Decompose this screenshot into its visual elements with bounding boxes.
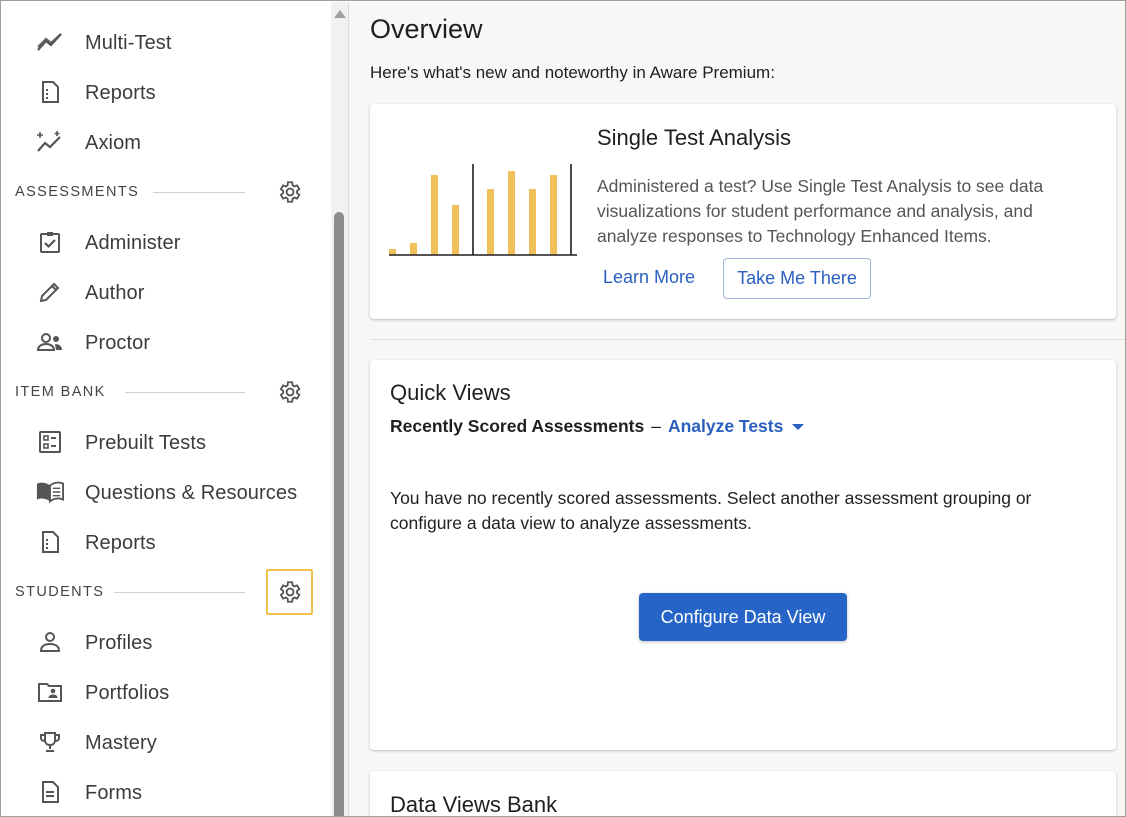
report-icon bbox=[36, 530, 64, 554]
sidebar-item-author[interactable]: Author bbox=[2, 267, 331, 317]
illustration-bar bbox=[529, 189, 536, 255]
quick-views-grouping: Recently Scored Assessments – Analyze Te… bbox=[390, 416, 805, 437]
illustration-bar bbox=[431, 175, 438, 255]
section-title: ASSESSMENTS bbox=[15, 184, 140, 200]
scroll-thumb[interactable] bbox=[334, 212, 344, 816]
section-divider bbox=[153, 192, 245, 193]
sidebar-item-label: Profiles bbox=[85, 632, 153, 654]
sidebar: Multi-Test Reports Axiom ASSESSMENTS Adm… bbox=[2, 2, 331, 816]
feature-title: Single Test Analysis bbox=[597, 125, 792, 150]
grouping-separator: – bbox=[651, 416, 661, 436]
data-views-bank-title: Data Views Bank bbox=[390, 792, 558, 817]
pencil-icon bbox=[36, 280, 64, 304]
sidebar-item-label: Questions & Resources bbox=[85, 482, 298, 504]
book-icon bbox=[36, 480, 64, 504]
sidebar-scrollbar[interactable] bbox=[331, 2, 348, 816]
sidebar-item-proctor[interactable]: Proctor bbox=[2, 317, 331, 367]
quick-views-card: Quick Views Recently Scored Assessments … bbox=[370, 360, 1116, 750]
feature-card-single-test-analysis: Single Test Analysis Administered a test… bbox=[370, 104, 1116, 319]
grouping-label: Recently Scored Assessments bbox=[390, 416, 645, 436]
document-icon bbox=[36, 780, 64, 804]
sidebar-item-label: Author bbox=[85, 282, 145, 304]
sidebar-item-mastery[interactable]: Mastery bbox=[2, 717, 331, 767]
report-icon bbox=[36, 80, 64, 104]
sidebar-item-label: Prebuilt Tests bbox=[85, 432, 207, 454]
analyze-tests-dropdown[interactable]: Analyze Tests bbox=[667, 416, 805, 437]
multi-test-icon bbox=[36, 30, 64, 54]
sidebar-item-multi-test[interactable]: Multi-Test bbox=[2, 17, 331, 67]
sidebar-item-profiles[interactable]: Profiles bbox=[2, 617, 331, 667]
section-divider bbox=[370, 339, 1125, 340]
scroll-up-arrow-icon[interactable] bbox=[334, 10, 346, 18]
sidebar-item-label: Administer bbox=[85, 232, 181, 254]
gear-icon[interactable] bbox=[276, 179, 302, 205]
dropdown-value: Analyze Tests bbox=[667, 416, 784, 436]
checkbox-icon bbox=[36, 230, 64, 254]
take-me-there-button[interactable]: Take Me There bbox=[723, 258, 871, 299]
sidebar-item-label: Axiom bbox=[85, 132, 142, 154]
illustration-bar bbox=[487, 189, 494, 255]
illustration-bar bbox=[389, 249, 396, 255]
configure-data-view-button[interactable]: Configure Data View bbox=[639, 593, 847, 641]
people-icon bbox=[36, 330, 64, 354]
empty-state-message: You have no recently scored assessments.… bbox=[390, 488, 1032, 533]
section-title: STUDENTS bbox=[15, 584, 105, 600]
gear-icon[interactable] bbox=[276, 579, 302, 605]
illustration-bar bbox=[410, 243, 417, 255]
section-divider bbox=[125, 392, 245, 393]
illustration-bar-chart bbox=[389, 156, 579, 261]
sidebar-item-administer[interactable]: Administer bbox=[2, 217, 331, 267]
gear-icon[interactable] bbox=[276, 379, 302, 405]
illustration-bar bbox=[452, 205, 459, 255]
page-title: Overview bbox=[370, 14, 483, 44]
illustration-bar bbox=[550, 175, 557, 255]
sidebar-item-axiom[interactable]: Axiom bbox=[2, 117, 331, 167]
section-item-bank: ITEM BANK bbox=[2, 372, 331, 412]
sidebar-item-label: Multi-Test bbox=[85, 32, 172, 54]
axiom-icon bbox=[36, 130, 64, 154]
trophy-icon bbox=[36, 730, 64, 754]
folder-person-icon bbox=[36, 680, 64, 704]
sidebar-item-label: Proctor bbox=[85, 332, 151, 354]
data-views-bank-card: Data Views Bank bbox=[370, 771, 1116, 817]
caret-down-icon bbox=[792, 423, 805, 430]
app-window: Multi-Test Reports Axiom ASSESSMENTS Adm… bbox=[0, 0, 1126, 817]
sidebar-item-reports[interactable]: Reports bbox=[2, 67, 331, 117]
section-students: STUDENTS bbox=[2, 569, 331, 615]
main-content: Overview Here's what's new and noteworth… bbox=[349, 2, 1125, 817]
sidebar-item-reports-bank[interactable]: Reports bbox=[2, 517, 331, 567]
sidebar-item-label: Portfolios bbox=[85, 682, 170, 704]
sidebar-item-label: Mastery bbox=[85, 732, 157, 754]
illustration-bar bbox=[508, 171, 515, 255]
list-box-icon bbox=[36, 430, 64, 454]
sidebar-item-questions-resources[interactable]: Questions & Resources bbox=[2, 467, 331, 517]
sidebar-item-prebuilt-tests[interactable]: Prebuilt Tests bbox=[2, 417, 331, 467]
sidebar-item-portfolios[interactable]: Portfolios bbox=[2, 667, 331, 717]
sidebar-item-label: Forms bbox=[85, 782, 143, 804]
learn-more-link[interactable]: Learn More bbox=[603, 267, 695, 288]
section-divider bbox=[114, 592, 245, 593]
feature-description: Administered a test? Use Single Test Ana… bbox=[597, 176, 1044, 246]
person-icon bbox=[36, 630, 64, 654]
quick-views-title: Quick Views bbox=[390, 380, 511, 405]
sidebar-item-forms[interactable]: Forms bbox=[2, 767, 331, 816]
section-title: ITEM BANK bbox=[15, 384, 106, 400]
sidebar-item-label: Reports bbox=[85, 82, 156, 104]
page-subtitle: Here's what's new and noteworthy in Awar… bbox=[370, 63, 775, 82]
sidebar-item-label: Reports bbox=[85, 532, 156, 554]
section-assessments: ASSESSMENTS bbox=[2, 172, 331, 212]
